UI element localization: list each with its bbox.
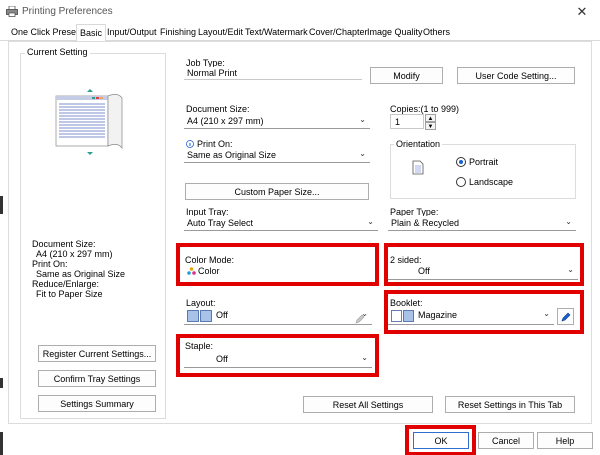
tab-one-click-presets[interactable]: One Click Presets [8,26,86,41]
tab-cover-chapter[interactable]: Cover/Chapter [306,26,371,41]
tab-others[interactable]: Others [420,26,453,41]
custom-paper-size-button[interactable]: Custom Paper Size... [185,183,369,200]
tab-basic[interactable]: Basic [76,24,107,42]
document-size-dropdown[interactable]: A4 (210 x 297 mm) ⌄ [184,114,370,129]
info-icon [186,140,194,148]
reset-settings-in-this-tab-button[interactable]: Reset Settings in This Tab [445,396,575,413]
highlight-box [384,243,584,286]
layout-value: Off [216,310,228,320]
settings-summary-button[interactable]: Settings Summary [38,395,156,412]
chevron-down-icon: ⌄ [367,217,374,226]
tab-strip: One Click Presets Basic Input/Output Fin… [0,24,600,42]
input-tray-value: Auto Tray Select [187,218,254,228]
close-icon[interactable]: ✕ [574,4,590,20]
confirm-tray-settings-button[interactable]: Confirm Tray Settings [38,370,156,387]
copies-up-icon[interactable]: ▲ [425,114,436,122]
layout-pages-icon [187,310,212,322]
portrait-radio[interactable] [456,157,466,167]
reset-all-settings-button[interactable]: Reset All Settings [303,396,433,413]
input-tray-dropdown[interactable]: Auto Tray Select ⌄ [184,216,378,231]
job-type-value: Normal Print [187,68,238,78]
landscape-radio[interactable] [456,177,466,187]
edge-artifact [0,378,3,388]
landscape-label: Landscape [469,177,514,187]
summary-line: Fit to Paper Size [36,289,103,299]
orientation-legend: Orientation [394,139,443,149]
tab-image-quality[interactable]: Image Quality [364,26,426,41]
window-title: Printing Preferences [22,6,113,17]
portrait-page-icon [412,160,424,175]
chevron-down-icon: ⌄ [359,149,366,158]
modify-button[interactable]: Modify [370,67,443,84]
tab-text-watermark[interactable]: Text/Watermark [242,26,311,41]
tab-input-output[interactable]: Input/Output [104,26,160,41]
printer-icon [6,6,18,17]
chevron-down-icon: ⌄ [565,217,572,226]
portrait-label: Portrait [469,157,499,167]
tab-finishing[interactable]: Finishing [157,26,199,41]
document-size-value: A4 (210 x 297 mm) [187,116,264,126]
paper-type-value: Plain & Recycled [391,218,460,228]
job-type-field: Normal Print [184,67,362,80]
copies-input[interactable]: 1 [390,114,424,129]
edge-artifact [0,196,3,214]
cancel-button[interactable]: Cancel [478,432,534,449]
page-preview-image [55,89,123,155]
highlight-box [384,290,584,334]
chevron-down-icon: ⌄ [359,115,366,124]
help-button[interactable]: Help [537,432,593,449]
highlight-box [176,334,379,377]
edge-artifact [0,432,3,455]
edit-icon[interactable] [355,314,365,324]
title-bar: Printing Preferences ✕ [0,0,600,24]
user-code-setting-button[interactable]: User Code Setting... [457,67,575,84]
print-on-value: Same as Original Size [187,150,277,160]
copies-down-icon[interactable]: ▼ [425,122,436,130]
paper-type-dropdown[interactable]: Plain & Recycled ⌄ [388,216,576,231]
highlight-box [176,243,379,286]
highlight-box [405,425,476,455]
layout-dropdown[interactable]: Off ⌄ [184,308,372,325]
current-setting-legend: Current Setting [25,47,90,57]
print-on-dropdown[interactable]: Same as Original Size ⌄ [184,148,370,163]
copies-value: 1 [395,117,401,127]
register-current-settings-button[interactable]: Register Current Settings... [38,345,156,362]
tab-layout-edit[interactable]: Layout/Edit [195,26,246,41]
